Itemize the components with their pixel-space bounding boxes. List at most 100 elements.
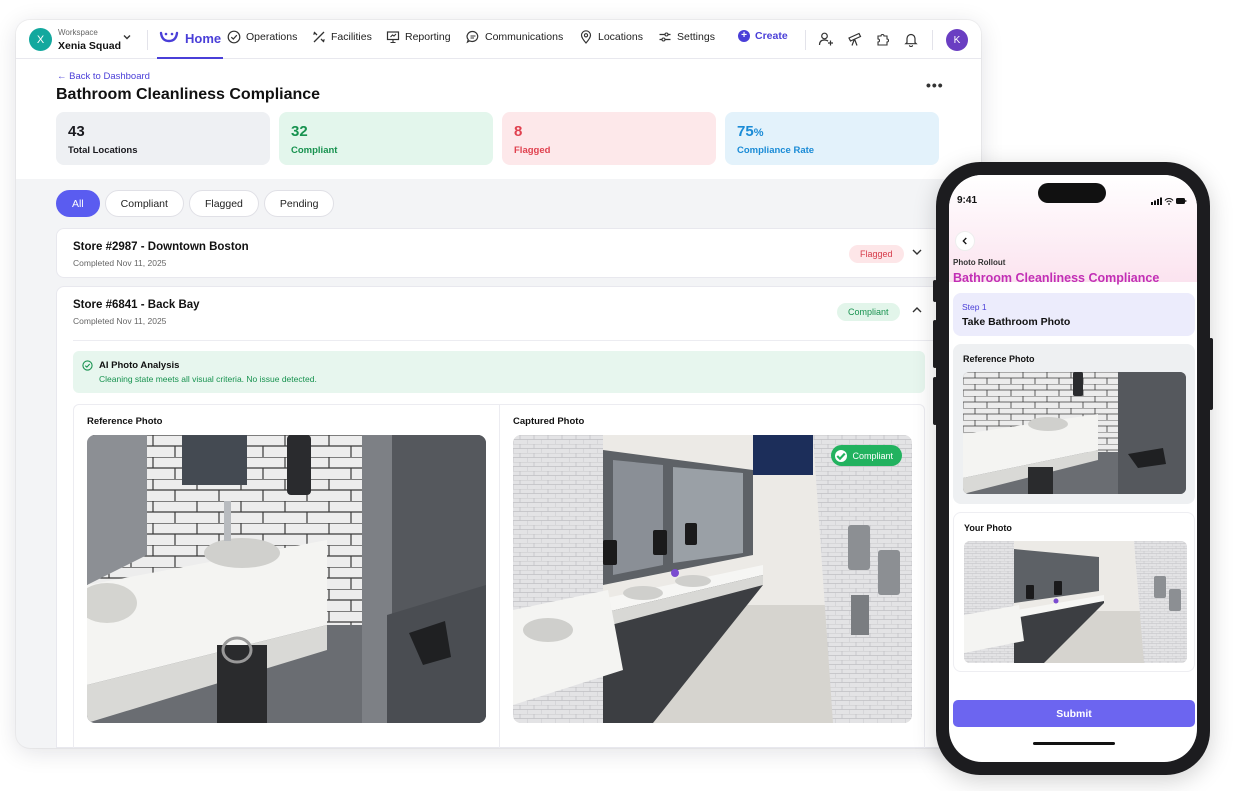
- bathroom-reference-thumbnail: [963, 372, 1186, 494]
- store-completed-date: Completed Nov 11, 2025: [73, 316, 167, 326]
- stat-value: 75%: [737, 123, 764, 140]
- stat-value: 8: [514, 123, 523, 140]
- nav-facilities[interactable]: Facilities: [312, 30, 372, 44]
- status-badge-compliant: Compliant: [837, 303, 900, 321]
- phone-side-button: [933, 377, 937, 425]
- page-header: ← Back to Dashboard Bathroom Cleanliness…: [16, 59, 981, 179]
- stat-flagged: 8 Flagged: [502, 112, 716, 165]
- filter-compliant[interactable]: Compliant: [104, 190, 184, 217]
- submit-button[interactable]: Submit: [953, 700, 1195, 727]
- workspace-avatar[interactable]: X: [29, 28, 52, 51]
- phone-reference-card: Reference Photo: [953, 344, 1195, 504]
- phone-side-button: [933, 280, 937, 302]
- chevron-left-icon: [962, 237, 967, 245]
- phone-title: Bathroom Cleanliness Compliance: [953, 271, 1160, 285]
- phone-mockup: 9:41 Photo Rollout Bathroom Cleanliness …: [933, 162, 1213, 775]
- photo-divider: [499, 405, 500, 748]
- store-name: Store #2987 - Downtown Boston: [73, 241, 249, 253]
- user-avatar[interactable]: K: [946, 29, 968, 51]
- stat-label: Total Locations: [68, 145, 138, 156]
- reference-photo[interactable]: [87, 435, 486, 723]
- nav-locations[interactable]: Locations: [579, 30, 643, 44]
- back-link-label: Back to Dashboard: [69, 71, 150, 82]
- nav-settings[interactable]: Settings: [658, 30, 715, 44]
- store-card-collapsed[interactable]: Store #2987 - Downtown Boston Completed …: [56, 228, 941, 278]
- phone-back-button[interactable]: [955, 231, 975, 251]
- tools-icon: [313, 31, 325, 43]
- workspace-name[interactable]: Xenia Squad: [58, 40, 121, 52]
- workspace-label: Workspace: [58, 28, 98, 37]
- stat-label: Compliance Rate: [737, 145, 815, 156]
- nav-home[interactable]: Home: [157, 28, 224, 59]
- photo-comparison: Reference Photo Captured Photo Compliant: [73, 404, 925, 748]
- desktop-window: X Workspace Xenia Squad Home Operations …: [16, 20, 981, 748]
- phone-screen: 9:41 Photo Rollout Bathroom Cleanliness …: [949, 175, 1197, 762]
- nav-divider: [932, 30, 933, 50]
- home-logo-icon: [159, 31, 179, 43]
- phone-reference-photo[interactable]: [963, 372, 1186, 494]
- nav-facilities-label: Facilities: [331, 31, 372, 43]
- presentation-chart-icon: [386, 31, 400, 44]
- phone-side-button: [1209, 338, 1213, 410]
- store-completed-date: Completed Nov 11, 2025: [73, 258, 167, 268]
- phone-your-photo[interactable]: [964, 541, 1187, 663]
- ai-analysis-panel: AI Photo Analysis Cleaning state meets a…: [73, 351, 925, 393]
- chat-bubble-icon: [466, 30, 479, 44]
- create-label: Create: [755, 30, 788, 42]
- bathroom-reference-image: [87, 435, 486, 723]
- bell-icon[interactable]: [903, 31, 919, 47]
- step-label: Step 1: [962, 302, 987, 312]
- plus-icon: +: [738, 30, 750, 42]
- ai-analysis-description: Cleaning state meets all visual criteria…: [99, 374, 317, 384]
- status-bar-time: 9:41: [957, 195, 978, 206]
- bathroom-captured-image: [513, 435, 912, 723]
- more-options-icon[interactable]: •••: [926, 77, 944, 93]
- step-title: Take Bathroom Photo: [962, 316, 1071, 328]
- stat-label: Flagged: [514, 145, 551, 156]
- nav-reporting-label: Reporting: [405, 31, 451, 43]
- dynamic-island: [1038, 183, 1106, 203]
- filter-all[interactable]: All: [56, 190, 100, 217]
- bathroom-captured-thumbnail: [964, 541, 1187, 663]
- stat-compliant: 32 Compliant: [279, 112, 493, 165]
- card-divider: [73, 340, 940, 341]
- phone-your-photo-card: Your Photo: [953, 512, 1195, 672]
- home-indicator: [1033, 742, 1115, 745]
- filter-pending[interactable]: Pending: [263, 190, 335, 217]
- check-icon: [835, 449, 848, 462]
- check-circle-icon: [227, 30, 241, 44]
- chevron-down-icon[interactable]: [910, 245, 924, 259]
- nav-operations[interactable]: Operations: [227, 30, 297, 44]
- page-title: Bathroom Cleanliness Compliance: [56, 86, 321, 103]
- stat-value: 43: [68, 123, 85, 140]
- nav-home-label: Home: [185, 31, 222, 46]
- nav-operations-label: Operations: [246, 31, 298, 43]
- back-to-dashboard-link[interactable]: ← Back to Dashboard: [57, 71, 150, 82]
- nav-divider: [147, 30, 148, 50]
- create-button[interactable]: + Create: [738, 30, 788, 42]
- phone-step-card: Step 1 Take Bathroom Photo: [953, 293, 1195, 336]
- nav-reporting[interactable]: Reporting: [386, 30, 451, 44]
- filter-flagged[interactable]: Flagged: [188, 190, 259, 217]
- chevron-up-icon[interactable]: [910, 303, 924, 317]
- chevron-down-icon[interactable]: [122, 32, 132, 45]
- compliant-badge-label: Compliant: [852, 450, 893, 461]
- add-user-icon[interactable]: [818, 31, 834, 47]
- captured-photo[interactable]: Compliant: [513, 435, 912, 723]
- nav-communications-label: Communications: [485, 31, 564, 43]
- nav-locations-label: Locations: [598, 31, 643, 43]
- top-navigation: X Workspace Xenia Squad Home Operations …: [16, 20, 981, 59]
- arrow-left-icon: ←: [57, 71, 67, 82]
- phone-side-button: [933, 320, 937, 368]
- stat-value: 32: [291, 123, 308, 140]
- puzzle-icon[interactable]: [875, 31, 891, 47]
- ai-analysis-title: AI Photo Analysis: [99, 360, 180, 371]
- sliders-icon: [659, 32, 671, 42]
- map-pin-icon: [580, 30, 592, 44]
- nav-communications[interactable]: Communications: [466, 30, 563, 44]
- nav-settings-label: Settings: [677, 31, 715, 43]
- telescope-icon[interactable]: [847, 31, 863, 47]
- compliant-badge: Compliant: [831, 445, 902, 466]
- store-name: Store #6841 - Back Bay: [73, 299, 200, 311]
- stat-compliance-rate: 75% Compliance Rate: [725, 112, 939, 165]
